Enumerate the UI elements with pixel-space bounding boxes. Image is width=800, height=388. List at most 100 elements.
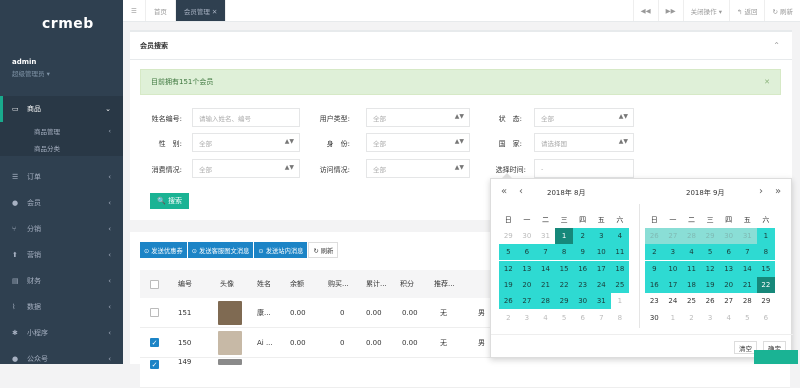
calendar-day[interactable]: 23 [573, 276, 592, 293]
calendar-day[interactable]: 26 [645, 228, 664, 244]
calendar-day[interactable]: 6 [517, 244, 537, 261]
calendar-day[interactable]: 31 [738, 228, 757, 244]
calendar-day[interactable]: 9 [645, 260, 664, 277]
gender-select[interactable]: 全部 ▲▼ [192, 133, 300, 152]
prev-year-icon[interactable]: « [501, 186, 507, 197]
sidebar-item-orders[interactable]: ☰ 订单 ‹ [0, 164, 123, 190]
calendar-day[interactable]: 28 [682, 228, 701, 244]
calendar-day[interactable]: 8 [554, 244, 574, 261]
calendar-day[interactable]: 29 [499, 228, 518, 244]
calendar-day[interactable]: 1 [756, 228, 776, 244]
calendar-day[interactable]: 26 [499, 293, 518, 310]
calendar-day[interactable]: 7 [738, 244, 757, 261]
usertype-select[interactable]: 全部 ▲▼ [366, 108, 470, 127]
country-select[interactable]: 请选择国 ▲▼ [534, 133, 634, 152]
calendar-day[interactable]: 3 [701, 310, 720, 326]
calendar-day[interactable]: 18 [682, 276, 701, 293]
calendar-day[interactable]: 28 [738, 293, 757, 309]
close-operations-dropdown[interactable]: 关闭操作 ▾ [682, 0, 729, 21]
calendar-day[interactable]: 5 [738, 310, 757, 326]
calendar-day[interactable]: 31 [536, 228, 555, 244]
calendar-day[interactable]: 31 [592, 293, 611, 310]
calendar-day[interactable]: 14 [738, 260, 757, 277]
col-id[interactable]: 编号 [178, 279, 192, 289]
calendar-day[interactable]: 22 [554, 276, 574, 293]
calendar-day[interactable]: 24 [592, 276, 611, 293]
calendar-day[interactable]: 30 [518, 228, 537, 244]
calendar-day[interactable]: 6 [573, 310, 592, 326]
calendar-day[interactable]: 2 [573, 228, 592, 244]
calendar-day[interactable]: 23 [645, 293, 664, 309]
scroll-tabs-right-button[interactable]: ▶▶ [657, 0, 683, 21]
calendar-day[interactable]: 9 [573, 244, 592, 261]
tab-home[interactable]: 首页 [146, 0, 176, 21]
calendar-day[interactable]: 10 [663, 260, 683, 277]
calendar-day[interactable]: 29 [554, 293, 574, 310]
calendar-day[interactable]: 13 [719, 260, 738, 277]
calendar-day[interactable]: 5 [555, 310, 574, 326]
refresh-button[interactable]: ↻ 刷新 [764, 0, 800, 21]
calendar-day[interactable]: 27 [517, 293, 537, 310]
calendar-day[interactable]: 26 [701, 293, 720, 309]
prev-month-icon[interactable]: ‹ [519, 186, 523, 197]
identity-select[interactable]: 全部 ▲▼ [366, 133, 470, 152]
calendar-day[interactable]: 14 [536, 260, 555, 277]
calendar-day[interactable]: 16 [645, 276, 664, 293]
calendar-day[interactable]: 6 [719, 244, 738, 261]
calendar-day[interactable]: 20 [517, 276, 537, 293]
col-balance[interactable]: 余额 [290, 279, 304, 289]
calendar-day[interactable]: 11 [610, 244, 630, 261]
select-all-checkbox[interactable] [150, 280, 159, 289]
scroll-tabs-left-button[interactable]: ◀◀ [632, 0, 658, 21]
calendar-day[interactable]: 27 [663, 228, 683, 244]
calendar-day[interactable]: 8 [756, 244, 776, 261]
calendar-day[interactable]: 21 [738, 276, 757, 293]
sidebar-item-distribution[interactable]: ⑂ 分销 ‹ [0, 216, 123, 242]
tab-member-manage[interactable]: 会员管理 ✕ [175, 0, 227, 21]
calendar-day[interactable]: 16 [573, 260, 592, 277]
calendar-day[interactable]: 2 [682, 310, 701, 326]
sidebar-item-data[interactable]: ⌇ 数据 ‹ [0, 294, 123, 320]
calendar-day[interactable]: 2 [645, 244, 664, 261]
row-checkbox[interactable]: ✓ [150, 338, 159, 347]
table-row[interactable]: ✓ 149 [140, 358, 790, 388]
sidebar-item-finance[interactable]: ▤ 财务 ‹ [0, 268, 123, 294]
menu-toggle-button[interactable]: ☰ [123, 0, 146, 21]
sidebar-item-members[interactable]: ● 会员 ‹ [0, 190, 123, 216]
floating-action-button[interactable] [754, 350, 798, 364]
calendar-day[interactable]: 12 [700, 260, 720, 277]
calendar-day[interactable]: 3 [663, 244, 683, 261]
close-icon[interactable]: ✕ [764, 78, 770, 86]
calendar-day[interactable]: 19 [700, 276, 720, 293]
calendar-day[interactable]: 12 [499, 260, 518, 277]
calendar-day[interactable]: 21 [536, 276, 555, 293]
calendar-day[interactable]: 3 [518, 310, 537, 326]
calendar-day[interactable]: 5 [700, 244, 720, 261]
visit-select[interactable]: 全部 ▲▼ [366, 159, 470, 178]
calendar-day[interactable]: 30 [645, 310, 664, 326]
col-referrer[interactable]: 推荐... [434, 279, 464, 289]
calendar-day[interactable]: 22 [756, 276, 776, 293]
status-select[interactable]: 全部 ▲▼ [534, 108, 634, 127]
sidebar-item-wechat[interactable]: ● 公众号 ‹ [0, 346, 123, 364]
calendar-day[interactable]: 20 [719, 276, 738, 293]
calendar-day[interactable]: 1 [611, 293, 630, 309]
calendar-day[interactable]: 30 [719, 228, 738, 244]
sidebar-subitem-goods-category[interactable]: 商品分类 [0, 139, 123, 156]
calendar-day[interactable]: 7 [536, 244, 555, 261]
calendar-day[interactable]: 17 [592, 260, 611, 277]
col-name[interactable]: 姓名 [257, 279, 271, 289]
back-button[interactable]: ↰ 返回 [728, 0, 765, 21]
next-year-icon[interactable]: » [775, 186, 781, 197]
row-checkbox[interactable] [150, 308, 159, 317]
calendar-day[interactable]: 28 [536, 293, 555, 310]
calendar-day[interactable]: 29 [700, 228, 720, 244]
calendar-day[interactable]: 19 [499, 276, 518, 293]
refresh-table-button[interactable]: ↻ 刷新 [308, 242, 339, 258]
date-range-input[interactable]: - [534, 159, 634, 178]
send-coupon-button[interactable]: ⊙ 发送优惠券 [140, 242, 187, 258]
search-button[interactable]: 🔍 搜索 [150, 193, 189, 209]
collapse-icon[interactable]: ⌃ [773, 41, 780, 50]
col-points[interactable]: 积分 [400, 279, 414, 289]
calendar-day[interactable]: 30 [573, 293, 592, 310]
